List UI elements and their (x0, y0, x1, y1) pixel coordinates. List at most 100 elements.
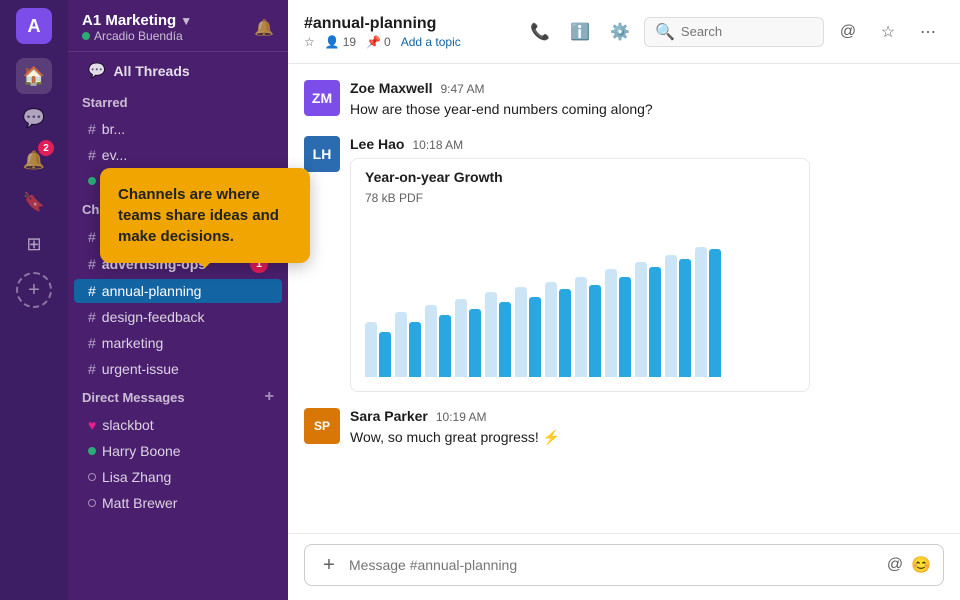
online-dot (88, 447, 96, 455)
workspace-icon[interactable]: A (16, 8, 52, 44)
bookmarks-icon[interactable]: 🔖 (16, 184, 52, 220)
message-input[interactable] (349, 557, 879, 573)
pins-count: 📌 0 (366, 35, 391, 49)
dm-harry-boone[interactable]: Harry Boone (74, 439, 282, 463)
channel-header: #annual-planning ☆ 👤 19 📌 0 Add a topic … (288, 0, 960, 64)
away-dot (88, 499, 96, 507)
bar-group (665, 255, 691, 377)
bar-dark (469, 309, 481, 377)
avatar: ZM (304, 80, 340, 116)
channel-urgent-issue[interactable]: # urgent-issue (74, 357, 282, 381)
hash-icon: # (88, 361, 96, 377)
channel-design-feedback[interactable]: # design-feedback (74, 305, 282, 329)
attachment-card[interactable]: Year-on-year Growth 78 kB PDF (350, 158, 810, 392)
bar-group (425, 305, 451, 377)
bar-dark (709, 249, 721, 377)
channel-name-block: #annual-planning ☆ 👤 19 📌 0 Add a topic (304, 15, 514, 49)
bar-light (455, 299, 467, 377)
bar-group (575, 277, 601, 377)
message-text: Wow, so much great progress! ⚡ (350, 427, 944, 448)
bar-group (545, 282, 571, 377)
bar-light (635, 262, 647, 377)
starred-section-header[interactable]: Starred (68, 89, 288, 116)
sender-name: Zoe Maxwell (350, 80, 432, 96)
header-actions: 📞 ℹ️ ⚙️ 🔍 @ ☆ ⋯ (524, 16, 944, 48)
bar-group (455, 299, 481, 377)
threads-icon: 💬 (88, 62, 105, 79)
bar-dark (379, 332, 391, 377)
settings-button[interactable]: ⚙️ (604, 16, 636, 48)
message-row: SP Sara Parker 10:19 AM Wow, so much gre… (304, 408, 944, 448)
message-header: Zoe Maxwell 9:47 AM (350, 80, 944, 96)
bar-dark (439, 315, 451, 377)
bar-light (605, 269, 617, 377)
call-button[interactable]: 📞 (524, 16, 556, 48)
hash-icon: # (88, 256, 96, 272)
messages-area: ZM Zoe Maxwell 9:47 AM How are those yea… (288, 64, 960, 533)
bar-dark (529, 297, 541, 377)
info-button[interactable]: ℹ️ (564, 16, 596, 48)
more-button[interactable]: ⋯ (912, 16, 944, 48)
bar-group (635, 262, 661, 377)
channel-marketing[interactable]: # marketing (74, 331, 282, 355)
search-input[interactable] (681, 24, 813, 39)
online-dot (88, 177, 96, 185)
bar-group (605, 269, 631, 377)
starred-item-br[interactable]: # br... (74, 117, 282, 141)
bar-light (425, 305, 437, 377)
home-icon[interactable]: 🏠 (16, 58, 52, 94)
notifications-bell[interactable]: 🔔 (254, 18, 274, 38)
bar-light (665, 255, 677, 377)
apps-icon[interactable]: ⊞ (16, 226, 52, 262)
search-box[interactable]: 🔍 (644, 17, 824, 47)
bar-dark (679, 259, 691, 377)
message-input-inner: + @ 😊 (304, 544, 944, 586)
workspace-name[interactable]: A1 Marketing ▼ (82, 12, 192, 29)
status-dot (82, 32, 90, 40)
dm-slackbot[interactable]: ♥ slackbot (74, 413, 282, 437)
add-dm-button[interactable]: + (265, 388, 274, 406)
bar-dark (619, 277, 631, 377)
bar-light (545, 282, 557, 377)
sidebar-header: A1 Marketing ▼ Arcadio Buendía 🔔 (68, 0, 288, 52)
message-row: LH Lee Hao 10:18 AM Year-on-year Growth … (304, 136, 944, 392)
bar-light (365, 322, 377, 377)
bookmark-button[interactable]: ☆ (872, 16, 904, 48)
bar-dark (649, 267, 661, 377)
attach-button[interactable]: + (317, 553, 341, 577)
avatar: SP (304, 408, 340, 444)
bar-dark (559, 289, 571, 377)
hash-icon: # (88, 121, 96, 137)
hash-icon: # (88, 335, 96, 351)
message-row: ZM Zoe Maxwell 9:47 AM How are those yea… (304, 80, 944, 120)
all-threads-item[interactable]: 💬 All Threads (74, 54, 282, 87)
sender-name: Sara Parker (350, 408, 428, 424)
attachment-title: Year-on-year Growth (351, 159, 809, 191)
mentions-icon[interactable]: 🔔 2 (16, 142, 52, 178)
starred-item-ev[interactable]: # ev... (74, 143, 282, 167)
dm-section-header[interactable]: Direct Messages + (68, 382, 288, 412)
messages-icon[interactable]: 💬 (16, 100, 52, 136)
user-status: Arcadio Buendía (82, 29, 192, 43)
dm-lisa-zhang[interactable]: Lisa Zhang (74, 465, 282, 489)
dm-matt-brewer[interactable]: Matt Brewer (74, 491, 282, 515)
bar-light (485, 292, 497, 377)
chart-area (351, 211, 809, 391)
icon-bar: A 🏠 💬 🔔 2 🔖 ⊞ + (0, 0, 68, 600)
message-header: Lee Hao 10:18 AM (350, 136, 944, 152)
bar-dark (589, 285, 601, 377)
bar-dark (409, 322, 421, 377)
hash-icon: # (88, 147, 96, 163)
bar-group (395, 312, 421, 377)
add-topic-button[interactable]: Add a topic (401, 35, 461, 49)
channel-annual-planning[interactable]: # annual-planning (74, 279, 282, 303)
star-icon[interactable]: ☆ (304, 35, 315, 49)
sidebar: A1 Marketing ▼ Arcadio Buendía 🔔 💬 All T… (68, 0, 288, 600)
workspace-chevron: ▼ (180, 14, 192, 28)
at-mention-button[interactable]: @ (887, 556, 903, 574)
add-workspace-button[interactable]: + (16, 272, 52, 308)
at-button[interactable]: @ (832, 16, 864, 48)
emoji-button[interactable]: 😊 (911, 555, 931, 575)
message-body: Sara Parker 10:19 AM Wow, so much great … (350, 408, 944, 448)
members-count: 👤 19 (325, 35, 356, 49)
